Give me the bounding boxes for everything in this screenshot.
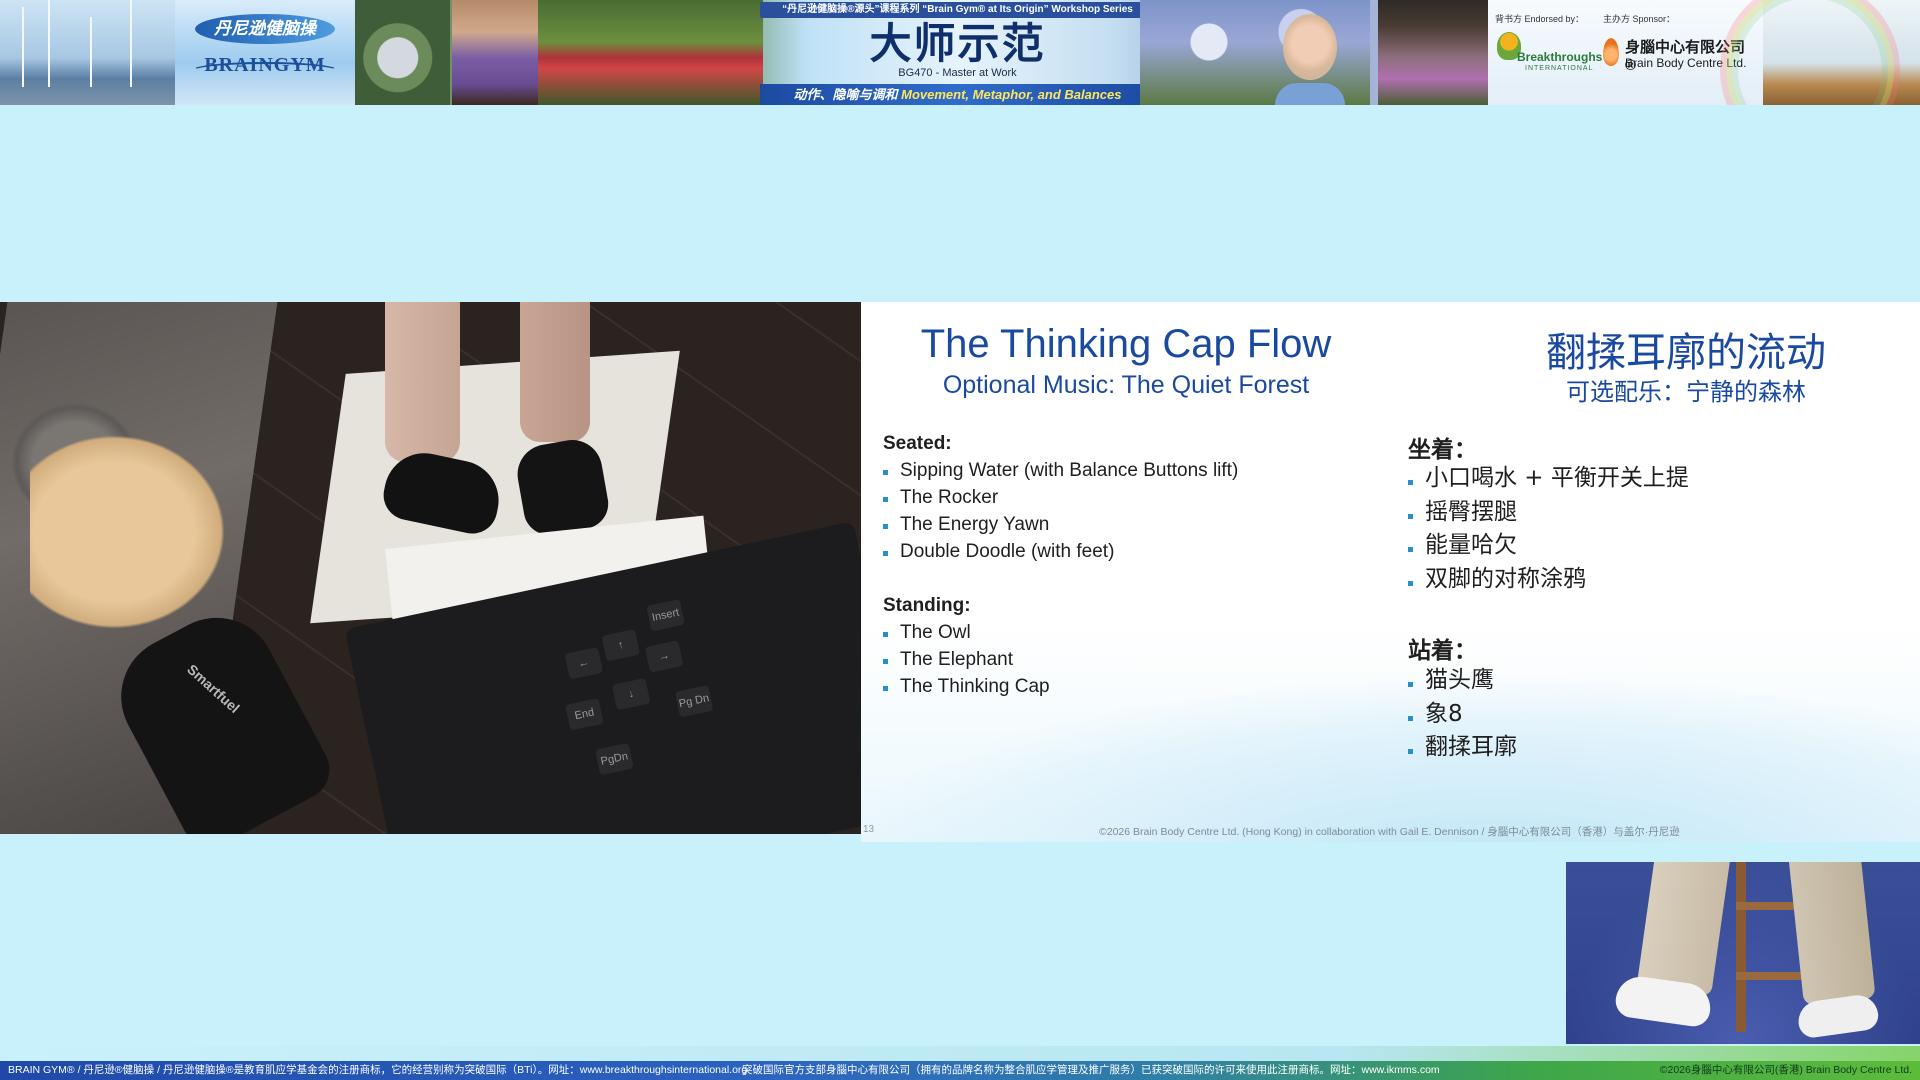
list-item: 小口喝水 + 平衡开关上提 — [1408, 462, 1689, 496]
list-item: 猫头鹰 — [1408, 664, 1517, 698]
banner-title: 大师示范 — [869, 19, 1046, 68]
list-item: 象8 — [1408, 698, 1517, 732]
seated-list-en: Sipping Water (with Balance Buttons lift… — [883, 457, 1238, 565]
subtitle-en: Movement, Metaphor, and Balances — [901, 87, 1122, 102]
garden-ball-photo — [355, 0, 450, 105]
seated-heading-cn: 坐着： — [1408, 437, 1477, 463]
presenter-portrait-2 — [1378, 0, 1488, 105]
course-code: BG470 - Master at Work — [898, 67, 1017, 79]
presenter-portrait — [1275, 0, 1345, 105]
slide-page-number: 13 — [863, 824, 875, 835]
garden-photo — [538, 0, 763, 105]
logo-chinese: 丹尼逊健脑操 — [195, 14, 335, 44]
plush-toy-2 — [30, 422, 240, 642]
standing-list-cn: 猫头鹰 象8 翻揉耳廓 — [1408, 664, 1517, 765]
series-label: “丹尼逊健脑操®源头”课程系列 “Brain Gym® at Its Origi… — [760, 2, 1155, 18]
list-item: The Elephant — [883, 646, 1050, 673]
list-item: The Energy Yawn — [883, 511, 1238, 538]
instructor-photo — [452, 0, 538, 105]
standing-heading-en: Standing: — [883, 595, 971, 616]
subtitle-cn: 动作、隐喻与调和 — [793, 87, 898, 102]
rainbow-decoration — [1720, 0, 1900, 105]
standing-list-en: The Owl The Elephant The Thinking Cap — [883, 619, 1050, 700]
drop-icon — [1603, 38, 1619, 66]
participant-video-feed[interactable]: Insert ← ↑ → End ↓ PgDn Pg Dn Smartfuel — [0, 302, 861, 834]
slide-title-cn: 翻揉耳廓的流动 — [1546, 330, 1826, 376]
presentation-slide: The Thinking Cap Flow Optional Music: Th… — [861, 302, 1920, 842]
endorsed-label: 背书方 Endorsed by： — [1495, 14, 1585, 24]
standing-heading-cn: 站着： — [1408, 638, 1477, 664]
seated-heading-en: Seated: — [883, 433, 952, 454]
list-item: The Thinking Cap — [883, 673, 1050, 700]
list-item: 摇臀摆腿 — [1408, 496, 1689, 530]
slide-subtitle-cn: 可选配乐：宁静的森林 — [1566, 378, 1806, 406]
trademark-footer: BRAIN GYM® / 丹尼逊®健脑操 / 丹尼逊健脑操®是教育肌应学基金会的… — [0, 1061, 1920, 1080]
footer-license-text: 突破国际官方支部身腦中心有限公司（拥有的品牌名称为整合肌应学管理及推广服务）已获… — [742, 1064, 1440, 1076]
list-item: 能量哈欠 — [1408, 529, 1689, 563]
sponsor-label: 主办方 Sponsor： — [1603, 14, 1676, 24]
workshop-banner: 丹尼逊健脑操 BRAINGYM “丹尼逊健脑操®源头”课程系列 “Brain G… — [0, 0, 1920, 105]
list-item: The Rocker — [883, 484, 1238, 511]
footer-trademark-text: BRAIN GYM® / 丹尼逊®健脑操 / 丹尼逊健脑操®是教育肌应学基金会的… — [8, 1064, 748, 1076]
list-item: Double Doodle (with feet) — [883, 538, 1238, 565]
slide-subtitle-en: Optional Music: The Quiet Forest — [942, 371, 1310, 399]
footer-copyright: ©2026身腦中心有限公司(香港) Brain Body Centre Ltd. — [1659, 1064, 1912, 1076]
presenter-video-feed[interactable] — [1566, 862, 1920, 1044]
slide-title-en: The Thinking Cap Flow — [920, 322, 1332, 366]
list-item: Sipping Water (with Balance Buttons lift… — [883, 457, 1238, 484]
slide-copyright: ©2026 Brain Body Centre Ltd. (Hong Kong)… — [1099, 826, 1680, 838]
banner-subtitle: 动作、隐喻与调和 Movement, Metaphor, and Balance… — [760, 84, 1155, 105]
marina-photo — [0, 0, 175, 105]
list-item: 双脚的对称涂鸦 — [1408, 563, 1689, 597]
breakthroughs-logo: Breakthroughs INTERNATIONAL — [1495, 30, 1602, 75]
list-item: 翻揉耳廓 — [1408, 731, 1517, 765]
list-item: The Owl — [883, 619, 1050, 646]
seated-list-cn: 小口喝水 + 平衡开关上提 摇臀摆腿 能量哈欠 双脚的对称涂鸦 — [1408, 462, 1689, 596]
logo-english: BRAINGYM — [204, 54, 326, 76]
